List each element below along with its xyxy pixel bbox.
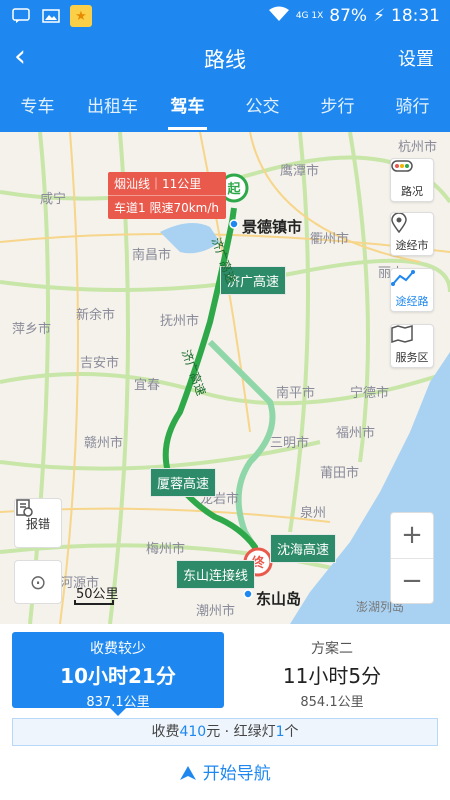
city-label: 莆田市 (320, 466, 360, 481)
clock: 18:31 (391, 6, 440, 26)
plan-tag: 方案二 (311, 641, 353, 657)
page-title: 路线 (204, 48, 246, 72)
plan-distance: 854.1公里 (300, 695, 364, 710)
locate-button[interactable]: ⊙ (14, 560, 62, 604)
transport-tabs: 专车 出租车 驾车 公交 步行 骑行 (0, 84, 450, 132)
map-scale-bar (74, 600, 114, 605)
city-label: 宁德市 (350, 386, 390, 401)
tab-transit[interactable]: 公交 (225, 84, 300, 132)
start-navigation-label: 开始导航 (202, 764, 271, 784)
road-info-limit: 车道1 限速70km/h (108, 195, 226, 219)
navigation-arrow-icon (179, 764, 202, 784)
tab-drive[interactable]: 驾车 (150, 84, 225, 132)
service-area-button[interactable]: 服务区 (390, 324, 434, 368)
city-label: 泉州 (300, 506, 327, 521)
road-info-line: 烟汕线｜11公里 (114, 177, 202, 191)
message-icon (10, 5, 32, 27)
report-label: 报错 (25, 516, 50, 531)
city-label: 咸宁 (40, 192, 67, 207)
city-label: 赣州市 (84, 436, 124, 451)
via-city-label: 途经市 (395, 239, 429, 252)
plan-duration: 10小时21分 (60, 664, 176, 688)
city-label: 抚州市 (160, 314, 200, 329)
city-label: 福州市 (336, 426, 376, 441)
tab-premium-car[interactable]: 专车 (0, 84, 75, 132)
status-bar: ★ 4G 1X 87% ⚡ 18:31 (0, 0, 450, 32)
plan-duration: 11小时5分 (282, 664, 382, 688)
tab-walk[interactable]: 步行 (300, 84, 375, 132)
route-label[interactable]: 东山连接线 (176, 560, 256, 589)
plan-card-2[interactable]: 方案二 11小时5分 854.1公里 (226, 632, 438, 710)
city-label: 潮州市 (196, 604, 236, 619)
locate-icon: ⊙ (29, 570, 47, 594)
city-label: 衢州市 (310, 232, 350, 247)
tab-bike[interactable]: 骑行 (375, 84, 450, 132)
battery-level: 87% (329, 6, 368, 26)
route-label[interactable]: 厦蓉高速 (150, 468, 217, 497)
toll-summary: 收费410元 · 红绿灯1个 (12, 718, 438, 746)
traffic-toggle-button[interactable]: 路况 (390, 158, 434, 202)
tab-taxi[interactable]: 出租车 (75, 84, 150, 132)
toll-prefix: 收费 (151, 724, 180, 740)
settings-button[interactable]: 设置 (398, 45, 434, 71)
start-marker[interactable]: 起 (226, 178, 242, 197)
start-place-label: 景德镇市 (242, 218, 303, 236)
report-error-button[interactable]: 报错 (14, 498, 62, 548)
zoom-in-button[interactable]: + (391, 513, 433, 558)
plan-distance: 837.1公里 (86, 695, 150, 710)
city-label: 梅州市 (146, 542, 186, 557)
city-label: 吉安市 (80, 356, 120, 371)
city-label: 南昌市 (132, 248, 172, 263)
toll-amount: 410 (179, 724, 207, 740)
app-header: ‹ 路线 设置 (0, 32, 450, 84)
city-label: 鹰潭市 (280, 164, 320, 179)
count-suffix: 个 (284, 724, 299, 740)
app-star-icon: ★ (70, 5, 92, 27)
wifi-icon (268, 6, 290, 27)
signal-icon: 4G 1X (295, 11, 324, 21)
via-road-label: 途经路 (395, 295, 429, 308)
city-label: 宜春 (134, 378, 161, 393)
traffic-label: 路况 (401, 185, 423, 198)
zoom-controls: + − (390, 512, 434, 604)
route-map[interactable]: 杭州市 鹰潭市 咸宁 景德镇市 南昌市 衢州市 丽水 萍乡市 新余市 抚州市 南… (0, 132, 450, 624)
plan-tag: 收费较少 (90, 641, 146, 657)
city-label: 三明市 (270, 436, 310, 451)
end-place-label: 东山岛 (256, 590, 302, 608)
city-label: 新余市 (76, 308, 116, 323)
zoom-out-button[interactable]: − (391, 557, 433, 604)
service-area-label: 服务区 (395, 351, 429, 364)
toll-unit: 元 · 红绿灯 (206, 724, 276, 740)
charging-icon: ⚡ (373, 6, 385, 26)
road-info-box[interactable]: 烟汕线｜11公里 车道1 限速70km/h (108, 172, 226, 219)
via-city-button[interactable]: 途经市 (390, 212, 434, 256)
city-label: 萍乡市 (12, 322, 52, 337)
image-icon (40, 5, 62, 27)
start-navigation-button[interactable]: 开始导航 (0, 760, 450, 788)
city-label: 南平市 (276, 386, 316, 401)
city-label: 杭州市 (398, 140, 438, 155)
plan-card-1[interactable]: 收费较少 10小时21分 837.1公里 (12, 632, 224, 716)
via-road-button[interactable]: 途经路 (390, 268, 434, 312)
route-plans-panel: 收费较少 10小时21分 837.1公里 方案二 11小时5分 854.1公里 … (0, 624, 450, 800)
route-label[interactable]: 沈海高速 (270, 534, 337, 563)
traffic-light-count: 1 (275, 724, 285, 740)
